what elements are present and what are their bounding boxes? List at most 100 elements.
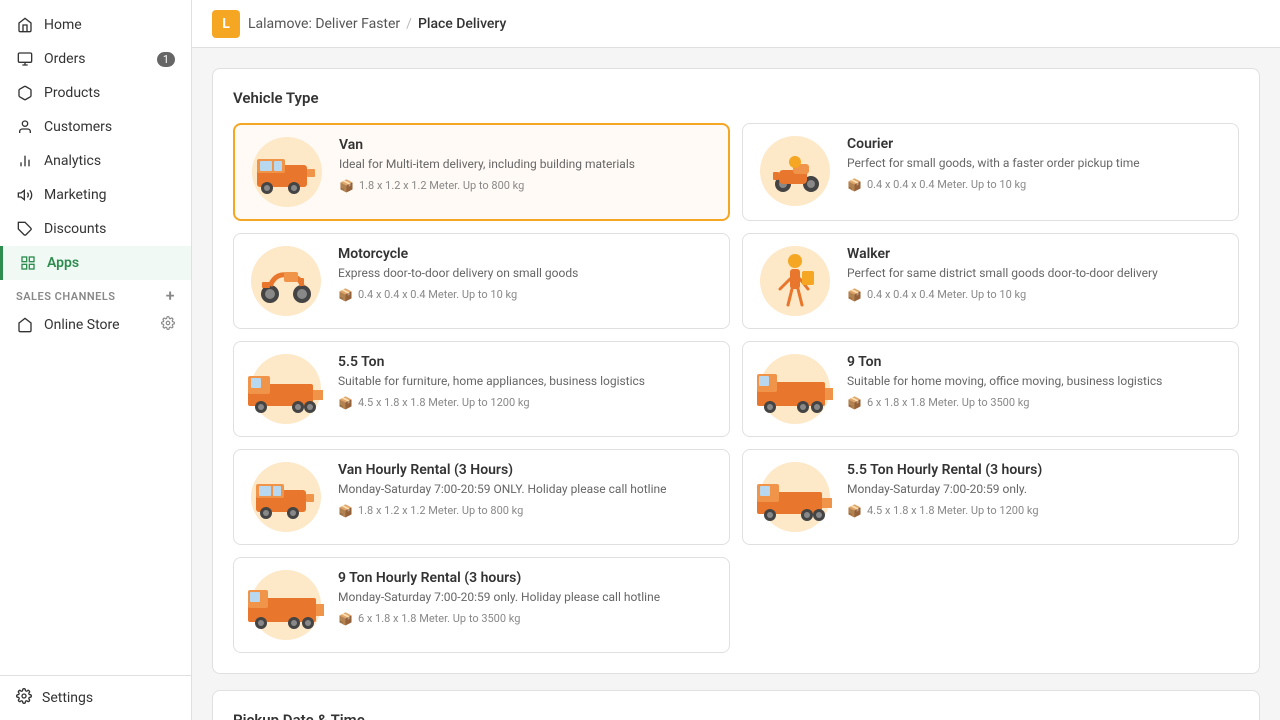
vehicle-card-van-hourly[interactable]: Van Hourly Rental (3 Hours) Monday-Satur…	[233, 449, 730, 545]
pickup-section-title: Pickup Date & Time	[233, 711, 1239, 720]
vehicle-image-van	[247, 137, 327, 207]
sidebar-item-analytics[interactable]: Analytics	[0, 144, 191, 178]
vehicle-image-5ton	[246, 354, 326, 424]
vehicle-image-5ton-hourly	[755, 462, 835, 532]
vehicle-card-motorcycle[interactable]: Motorcycle Express door-to-door delivery…	[233, 233, 730, 329]
vehicle-card-walker[interactable]: Walker Perfect for same district small g…	[742, 233, 1239, 329]
orders-icon	[16, 50, 34, 68]
settings-item[interactable]: Settings	[0, 675, 191, 720]
vehicle-card-5ton[interactable]: 5.5 Ton Suitable for furniture, home app…	[233, 341, 730, 437]
specs-box-icon: 📦	[847, 396, 862, 410]
vehicle-name: 5.5 Ton Hourly Rental (3 hours)	[847, 462, 1226, 478]
vehicle-specs: 📦 0.4 x 0.4 x 0.4 Meter. Up to 10 kg	[338, 288, 717, 302]
vehicle-desc: Express door-to-door delivery on small g…	[338, 265, 717, 282]
vehicle-name: Courier	[847, 136, 1226, 152]
vehicle-desc: Ideal for Multi-item delivery, including…	[339, 156, 716, 173]
vehicle-name: 9 Ton	[847, 354, 1226, 370]
vehicle-name: 5.5 Ton	[338, 354, 717, 370]
analytics-icon	[16, 152, 34, 170]
specs-box-icon: 📦	[338, 612, 353, 626]
vehicle-info-motorcycle: Motorcycle Express door-to-door delivery…	[338, 246, 717, 302]
sidebar-item-home[interactable]: Home	[0, 8, 191, 42]
sidebar-item-discounts[interactable]: Discounts	[0, 212, 191, 246]
sidebar-item-products[interactable]: Products	[0, 76, 191, 110]
sidebar-item-orders[interactable]: Orders 1	[0, 42, 191, 76]
vehicle-info-walker: Walker Perfect for same district small g…	[847, 246, 1226, 302]
specs-box-icon: 📦	[338, 504, 353, 518]
vehicle-image-motorcycle	[246, 246, 326, 316]
sidebar: Home Orders 1 Products Customers Analy	[0, 0, 192, 720]
sidebar-item-apps[interactable]: Apps	[0, 246, 191, 280]
sidebar-nav: Home Orders 1 Products Customers Analy	[0, 0, 191, 675]
sidebar-item-label: Customers	[44, 119, 112, 135]
breadcrumb-separator: /	[406, 16, 412, 32]
vehicle-specs: 📦 4.5 x 1.8 x 1.8 Meter. Up to 1200 kg	[338, 396, 717, 410]
pickup-datetime-card: Pickup Date & Time	[212, 690, 1260, 720]
vehicle-specs: 📦 4.5 x 1.8 x 1.8 Meter. Up to 1200 kg	[847, 504, 1226, 518]
sidebar-item-label: Apps	[47, 255, 79, 271]
vehicle-desc: Monday-Saturday 7:00-20:59 ONLY. Holiday…	[338, 481, 717, 498]
online-store-settings-icon[interactable]	[161, 316, 175, 334]
vehicle-image-van-hourly	[246, 462, 326, 532]
content-area: Vehicle Type	[192, 48, 1280, 720]
vehicle-info-9ton: 9 Ton Suitable for home moving, office m…	[847, 354, 1226, 410]
vehicle-name: Motorcycle	[338, 246, 717, 262]
specs-box-icon: 📦	[338, 396, 353, 410]
vehicle-desc: Perfect for same district small goods do…	[847, 265, 1226, 282]
vehicle-info-9ton-hourly: 9 Ton Hourly Rental (3 hours) Monday-Sat…	[338, 570, 717, 626]
sidebar-item-online-store[interactable]: Online Store	[0, 308, 191, 342]
breadcrumb: Lalamove: Deliver Faster / Place Deliver…	[248, 16, 506, 32]
vehicle-info-5ton: 5.5 Ton Suitable for furniture, home app…	[338, 354, 717, 410]
vehicle-desc: Monday-Saturday 7:00-20:59 only. Holiday…	[338, 589, 717, 606]
breadcrumb-brand: Lalamove: Deliver Faster	[248, 16, 400, 32]
vehicle-image-walker	[755, 246, 835, 316]
sidebar-item-label: Orders	[44, 51, 86, 67]
vehicle-card-courier[interactable]: Courier Perfect for small goods, with a …	[742, 123, 1239, 221]
vehicle-info-van-hourly: Van Hourly Rental (3 Hours) Monday-Satur…	[338, 462, 717, 518]
vehicle-info-van: Van Ideal for Multi-item delivery, inclu…	[339, 137, 716, 193]
specs-box-icon: 📦	[338, 288, 353, 302]
products-icon	[16, 84, 34, 102]
vehicle-specs: 📦 6 x 1.8 x 1.8 Meter. Up to 3500 kg	[338, 612, 717, 626]
vehicle-card-5ton-hourly[interactable]: 5.5 Ton Hourly Rental (3 hours) Monday-S…	[742, 449, 1239, 545]
vehicle-name: Van Hourly Rental (3 Hours)	[338, 462, 717, 478]
vehicle-name: 9 Ton Hourly Rental (3 hours)	[338, 570, 717, 586]
vehicle-specs: 📦 1.8 x 1.2 x 1.2 Meter. Up to 800 kg	[338, 504, 717, 518]
topbar: L Lalamove: Deliver Faster / Place Deliv…	[192, 0, 1280, 48]
vehicle-specs: 📦 6 x 1.8 x 1.8 Meter. Up to 3500 kg	[847, 396, 1226, 410]
brand-logo: L	[212, 10, 240, 38]
sidebar-item-label: Discounts	[44, 221, 106, 237]
vehicle-specs: 📦 1.8 x 1.2 x 1.2 Meter. Up to 800 kg	[339, 179, 716, 193]
vehicle-desc: Monday-Saturday 7:00-20:59 only.	[847, 481, 1226, 498]
breadcrumb-current: Place Delivery	[418, 16, 506, 32]
sidebar-item-label: Home	[44, 17, 82, 33]
sidebar-item-label: Products	[44, 85, 100, 101]
sidebar-item-label: Analytics	[44, 153, 101, 169]
sales-channels-header: SALES CHANNELS +	[0, 280, 191, 308]
customers-icon	[16, 118, 34, 136]
vehicle-desc: Suitable for furniture, home appliances,…	[338, 373, 717, 390]
vehicle-specs: 📦 0.4 x 0.4 x 0.4 Meter. Up to 10 kg	[847, 178, 1226, 192]
vehicle-image-9ton	[755, 354, 835, 424]
settings-icon	[16, 688, 32, 708]
online-store-label: Online Store	[44, 317, 120, 333]
vehicle-desc: Perfect for small goods, with a faster o…	[847, 155, 1226, 172]
specs-box-icon: 📦	[847, 178, 862, 192]
vehicle-type-card: Vehicle Type	[212, 68, 1260, 674]
settings-label: Settings	[42, 690, 93, 706]
vehicle-card-van[interactable]: Van Ideal for Multi-item delivery, inclu…	[233, 123, 730, 221]
sidebar-item-customers[interactable]: Customers	[0, 110, 191, 144]
sidebar-item-marketing[interactable]: Marketing	[0, 178, 191, 212]
orders-badge: 1	[157, 52, 175, 67]
online-store-icon	[16, 316, 34, 334]
vehicle-specs: 📦 0.4 x 0.4 x 0.4 Meter. Up to 10 kg	[847, 288, 1226, 302]
marketing-icon	[16, 186, 34, 204]
vehicle-info-5ton-hourly: 5.5 Ton Hourly Rental (3 hours) Monday-S…	[847, 462, 1226, 518]
vehicle-name: Van	[339, 137, 716, 153]
specs-box-icon: 📦	[847, 504, 862, 518]
apps-icon	[19, 254, 37, 272]
vehicle-card-9ton[interactable]: 9 Ton Suitable for home moving, office m…	[742, 341, 1239, 437]
vehicle-card-9ton-hourly[interactable]: 9 Ton Hourly Rental (3 hours) Monday-Sat…	[233, 557, 730, 653]
vehicle-desc: Suitable for home moving, office moving,…	[847, 373, 1226, 390]
add-sales-channel-button[interactable]: +	[166, 288, 175, 304]
